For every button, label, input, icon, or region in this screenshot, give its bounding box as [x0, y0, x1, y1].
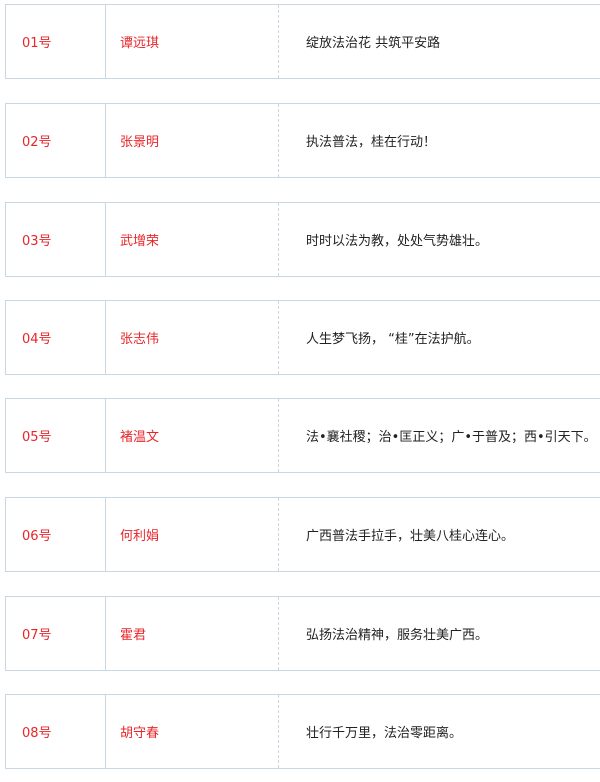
entry-slogan: 法•襄社稷；治•匡正义；广•于普及；西•引天下。 — [306, 430, 597, 445]
table-row: 03号 武增荣 时时以法为教，处处气势雄壮。 — [5, 202, 600, 277]
entry-slogan: 执法普法，桂在行动！ — [306, 135, 437, 150]
entry-name: 谭远琪 — [106, 5, 279, 78]
entry-name: 褚温文 — [106, 399, 279, 472]
table-row: 05号 褚温文 法•襄社稷；治•匡正义；广•于普及；西•引天下。 — [5, 398, 600, 473]
entry-name: 霍君 — [106, 597, 279, 670]
entry-slogan: 广西普法手拉手，壮美八桂心连心。 — [306, 529, 515, 544]
entry-number: 05号 — [6, 399, 106, 472]
entry-number: 03号 — [6, 203, 106, 276]
entry-name: 何利娟 — [106, 498, 279, 571]
entry-slogan: 时时以法为教，处处气势雄壮。 — [306, 234, 489, 249]
table-row: 02号 张景明 执法普法，桂在行动！ — [5, 103, 600, 178]
table-row: 01号 谭远琪 绽放法治花 共筑平安路 — [5, 4, 600, 79]
table-row: 08号 胡守春 壮行千万里，法治零距离。 — [5, 694, 600, 769]
entry-slogan: 壮行千万里，法治零距离。 — [306, 726, 463, 741]
entry-number: 06号 — [6, 498, 106, 571]
entry-number: 02号 — [6, 104, 106, 177]
entry-number: 04号 — [6, 301, 106, 374]
entry-slogan: 人生梦飞扬， “桂”在法护航。 — [306, 332, 480, 347]
entry-number: 08号 — [6, 695, 106, 768]
table-row: 07号 霍君 弘扬法治精神，服务壮美广西。 — [5, 596, 600, 671]
table-row: 06号 何利娟 广西普法手拉手，壮美八桂心连心。 — [5, 497, 600, 572]
entry-number: 07号 — [6, 597, 106, 670]
entry-number: 01号 — [6, 5, 106, 78]
table-row: 04号 张志伟 人生梦飞扬， “桂”在法护航。 — [5, 300, 600, 375]
entry-name: 张志伟 — [106, 301, 279, 374]
entry-slogan: 绽放法治花 共筑平安路 — [306, 36, 441, 51]
entry-name: 张景明 — [106, 104, 279, 177]
entry-slogan: 弘扬法治精神，服务壮美广西。 — [306, 628, 489, 643]
entry-name: 武增荣 — [106, 203, 279, 276]
entry-name: 胡守春 — [106, 695, 279, 768]
